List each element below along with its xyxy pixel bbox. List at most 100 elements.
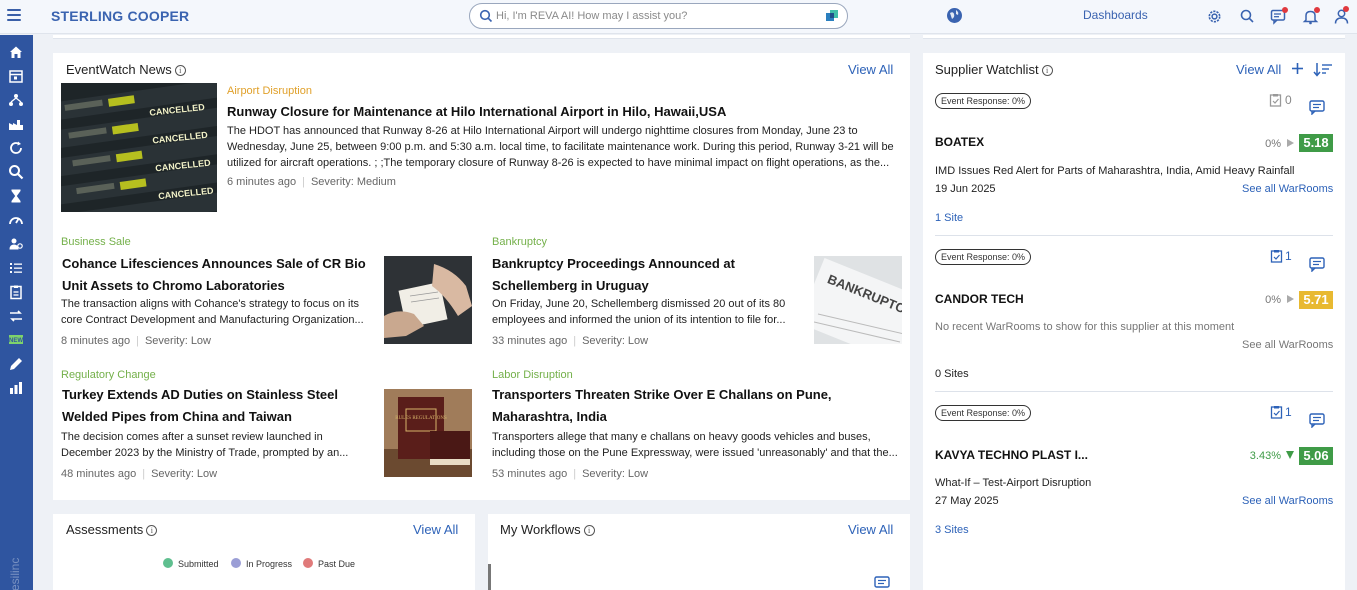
search-icon[interactable] [8,164,24,180]
see-all-warrooms-link[interactable]: See all WarRooms [1242,339,1333,351]
news-time: 8 minutes ago [61,335,131,347]
comment-icon[interactable] [1309,257,1325,272]
globe-icon[interactable] [946,7,963,24]
home-icon[interactable] [8,44,24,60]
news-category: Bankruptcy [492,236,548,248]
transfer-icon[interactable] [8,308,24,324]
risk-score: 5.18 [1299,134,1333,152]
info-icon[interactable]: i [1041,65,1053,76]
comment-icon[interactable] [874,576,890,590]
supplier-name[interactable]: CANDOR TECH [935,292,1024,306]
risk-score: 5.71 [1299,291,1333,309]
hourglass-icon[interactable] [8,188,24,204]
refresh-icon[interactable] [8,140,24,156]
comment-icon[interactable] [1309,413,1325,428]
info-icon[interactable]: i [146,525,158,536]
news-time: 33 minutes ago [492,335,568,347]
comment-icon[interactable] [1309,100,1325,115]
news-headline[interactable]: Cohance Lifesciences Announces Sale of C… [62,253,372,297]
edit-icon[interactable] [8,356,24,372]
users-icon[interactable] [8,236,24,252]
workflows-view-all-link[interactable]: View All [848,522,893,537]
news-meta: 33 minutes ago | Severity: Low [492,335,649,347]
news-view-all-link[interactable]: View All [848,62,893,77]
user-badge [1343,6,1349,12]
report-icon[interactable] [8,380,24,396]
scrollbar-handle[interactable] [488,564,491,590]
info-icon[interactable]: i [174,65,186,76]
search-icon[interactable] [1239,8,1256,25]
task-clipboard-icon[interactable] [1269,93,1282,107]
info-icon[interactable]: i [583,525,595,536]
new-icon[interactable]: NEW [8,332,24,348]
dashboards-link[interactable]: Dashboards [1083,8,1148,22]
news-headline[interactable]: Bankruptcy Proceedings Announced at Sche… [492,253,807,297]
trend-down-icon [1286,451,1294,459]
no-warrooms-text: No recent WarRooms to show for this supp… [935,321,1235,333]
factory-icon[interactable] [8,116,24,132]
assessments-view-all-link[interactable]: View All [413,522,458,537]
event-response-badge: Event Response: 0% [935,93,1032,109]
news-headline[interactable]: Runway Closure for Maintenance at Hilo I… [227,101,827,123]
warroom-event[interactable]: What-If – Test-Airport Disruption [935,477,1091,489]
task-count: 0 [1285,93,1292,107]
list-icon[interactable] [8,260,24,276]
reva-icon[interactable] [825,9,839,23]
see-all-warrooms-link[interactable]: See all WarRooms [1242,183,1333,195]
workflows-title-text: My Workflows [500,522,581,537]
rules-book-image[interactable]: RULES REGULATIONS [384,389,472,477]
legend-past-due: Past Due [303,558,355,569]
news-excerpt: The transaction aligns with Cohance's st… [61,298,364,326]
svg-text:NEW: NEW [9,338,23,344]
assessments-card: Assessments i View All Submitted In Progr… [53,514,475,590]
reva-search-input[interactable] [496,7,786,25]
news-headline[interactable]: Turkey Extends AD Duties on Stainless St… [62,384,372,428]
news-meta: 8 minutes ago | Severity: Low [61,335,211,347]
supplier-name[interactable]: KAVYA TECHNO PLAST I... [935,448,1088,462]
warroom-event[interactable]: IMD Issues Red Alert for Parts of Mahara… [935,165,1294,177]
clipboard-icon[interactable] [8,284,24,300]
reva-search-box[interactable] [469,3,848,29]
news-excerpt: The decision comes after a sunset review… [61,431,349,459]
sites-link[interactable]: 3 Sites [935,524,969,536]
add-icon[interactable] [1291,62,1304,75]
calendar-icon[interactable] [8,68,24,84]
news-category: Business Sale [61,236,131,248]
legend-label: Submitted [178,559,219,569]
task-count: 1 [1285,405,1292,419]
see-all-warrooms-link[interactable]: See all WarRooms [1242,495,1333,507]
task-clipboard-icon[interactable] [1270,249,1283,263]
news-headline[interactable]: Transporters Threaten Strike Over E Chal… [492,384,897,428]
workflows-card: My Workflows i View All [488,514,910,590]
handshake-document-image[interactable] [384,256,472,344]
watchlist-view-all-link[interactable]: View All [1236,62,1281,77]
task-count: 1 [1285,249,1292,263]
news-severity: Severity: Low [151,468,218,480]
supplier-watchlist-card: Supplier Watchlist i View All Event Respo… [923,53,1345,590]
supplier-name[interactable]: BOATEX [935,135,984,149]
gauge-icon[interactable] [8,212,24,228]
settings-gear-icon[interactable] [1206,8,1223,25]
sites-link[interactable]: 1 Site [935,212,963,224]
search-icon [479,9,493,23]
menu-icon[interactable] [7,9,21,21]
trend-flat-icon [1287,295,1294,303]
assessments-title: Assessments i [66,522,158,537]
prev-card-strip [923,35,1345,39]
network-icon[interactable] [8,92,24,108]
bankruptcy-image[interactable]: BANKRUPTCY [814,256,902,344]
news-meta: 48 minutes ago | Severity: Low [61,468,218,480]
news-meta: 53 minutes ago | Severity: Low [492,468,649,480]
brand-logo[interactable]: STERLING COOPER [51,8,189,24]
sites-count[interactable]: 0 Sites [935,368,969,380]
legend-submitted: Submitted [163,558,219,569]
book-image-text: RULES REGULATIONS [395,416,447,421]
news-severity: Severity: Medium [310,176,396,188]
task-clipboard-icon[interactable] [1270,405,1283,419]
divider [935,235,1333,236]
sort-icon[interactable] [1313,62,1333,77]
news-severity: Severity: Low [144,335,211,347]
supplier-pct: 0% [1265,138,1281,150]
workflows-title: My Workflows i [500,522,595,537]
airport-board-image[interactable]: CANCELLED CANCELLED CANCELLED CANCELLED [61,83,217,212]
